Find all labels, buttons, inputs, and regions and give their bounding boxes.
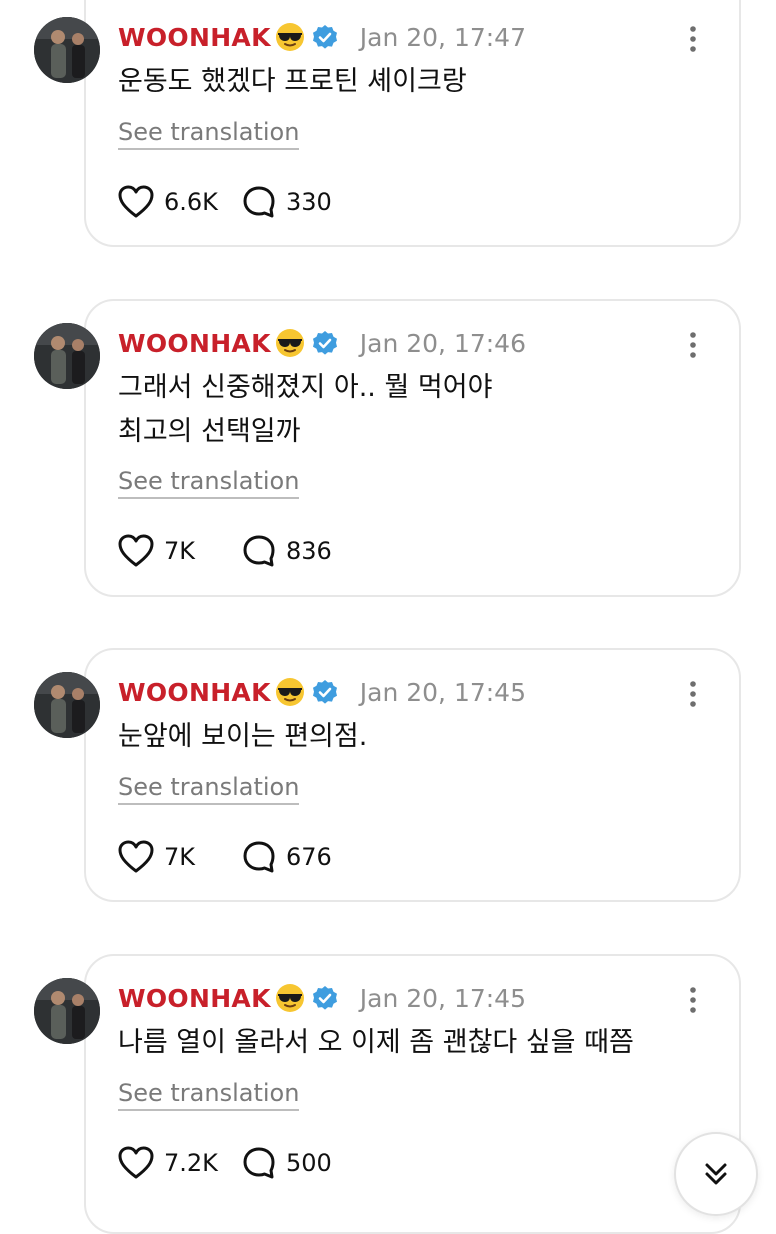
heart-outline-icon bbox=[118, 185, 154, 218]
verified-badge-icon bbox=[312, 986, 337, 1010]
double-chevron-down-icon bbox=[705, 1163, 727, 1185]
post-text: 나름 열이 올라서 오 이제 좀 괜찮다 싶을 때쯤 bbox=[118, 1021, 634, 1065]
author-name[interactable]: WOONHAK bbox=[118, 329, 271, 358]
timestamp: Jan 20, 17:46 bbox=[359, 328, 526, 358]
post-text-line: 그래서 신중해졌지 아.. 뭘 먹어야 bbox=[118, 372, 493, 403]
sunglasses-emoji-icon bbox=[275, 678, 304, 706]
avatar[interactable] bbox=[34, 323, 100, 389]
avatar[interactable] bbox=[34, 17, 100, 83]
verified-badge-icon bbox=[312, 25, 337, 49]
post-text-line: 나름 열이 올라서 오 이제 좀 괜찮다 싶을 때쯤 bbox=[118, 1027, 634, 1058]
post: WOONHAK Jan 20, 17:46 그래서 신중해졌지 아.. 뭘 먹어… bbox=[0, 299, 776, 606]
vertical-ellipsis-icon[interactable] bbox=[678, 330, 708, 360]
post-text-line: 운동도 했겠다 프로틴 셰이크랑 bbox=[118, 66, 467, 97]
post-header: WOONHAK Jan 20, 17:47 bbox=[118, 20, 526, 54]
heart-outline-icon bbox=[118, 840, 154, 873]
speech-bubble-icon bbox=[243, 1147, 275, 1179]
verified-badge-icon bbox=[312, 331, 337, 355]
post: WOONHAK Jan 20, 17:47 운동도 했겠다 프로틴 셰이크랑 S… bbox=[0, 0, 776, 260]
scroll-to-bottom-button[interactable] bbox=[674, 1132, 758, 1216]
speech-bubble-icon bbox=[243, 535, 275, 567]
speech-bubble-icon bbox=[243, 186, 275, 218]
author-name[interactable]: WOONHAK bbox=[118, 984, 271, 1013]
see-translation-link[interactable]: See translation bbox=[118, 773, 300, 805]
like-count: 7.2K bbox=[164, 1149, 218, 1177]
timestamp: Jan 20, 17:47 bbox=[359, 22, 526, 52]
like-button[interactable]: 7K bbox=[118, 534, 195, 568]
like-count: 7K bbox=[164, 537, 196, 565]
heart-outline-icon bbox=[118, 534, 154, 567]
reply-count: 836 bbox=[286, 537, 332, 565]
reply-button[interactable]: 500 bbox=[242, 1146, 332, 1180]
reply-button[interactable]: 836 bbox=[242, 534, 332, 568]
reply-button[interactable]: 676 bbox=[242, 840, 332, 874]
like-button[interactable]: 7K bbox=[118, 840, 195, 874]
post: WOONHAK Jan 20, 17:45 나름 열이 올라서 오 이제 좀 괜… bbox=[0, 954, 776, 1234]
heart-outline-icon bbox=[118, 1146, 154, 1179]
post-header: WOONHAK Jan 20, 17:45 bbox=[118, 981, 526, 1015]
post-header: WOONHAK Jan 20, 17:45 bbox=[118, 675, 526, 709]
timestamp: Jan 20, 17:45 bbox=[359, 677, 526, 707]
speech-bubble-icon bbox=[243, 841, 275, 873]
post-text: 그래서 신중해졌지 아.. 뭘 먹어야 최고의 선택일까 bbox=[118, 366, 492, 454]
sunglasses-emoji-icon bbox=[275, 329, 304, 357]
author-name[interactable]: WOONHAK bbox=[118, 23, 271, 52]
vertical-ellipsis-icon[interactable] bbox=[678, 985, 708, 1015]
reply-count: 676 bbox=[286, 843, 332, 871]
avatar[interactable] bbox=[34, 978, 100, 1044]
see-translation-link[interactable]: See translation bbox=[118, 1079, 300, 1111]
reply-count: 330 bbox=[286, 188, 332, 216]
post-text: 운동도 했겠다 프로틴 셰이크랑 bbox=[118, 60, 467, 104]
author-name[interactable]: WOONHAK bbox=[118, 678, 271, 707]
reply-button[interactable]: 330 bbox=[242, 185, 332, 219]
post: WOONHAK Jan 20, 17:45 눈앞에 보이는 편의점. See t… bbox=[0, 648, 776, 915]
like-count: 6.6K bbox=[164, 188, 218, 216]
reply-count: 500 bbox=[286, 1149, 332, 1177]
avatar[interactable] bbox=[34, 672, 100, 738]
post-text: 눈앞에 보이는 편의점. bbox=[118, 715, 367, 759]
vertical-ellipsis-icon[interactable] bbox=[678, 679, 708, 709]
vertical-ellipsis-icon[interactable] bbox=[678, 24, 708, 54]
like-count: 7K bbox=[164, 843, 196, 871]
sunglasses-emoji-icon bbox=[275, 23, 304, 51]
sunglasses-emoji-icon bbox=[275, 984, 304, 1012]
post-text-line: 최고의 선택일까 bbox=[118, 416, 301, 447]
timestamp: Jan 20, 17:45 bbox=[359, 983, 526, 1013]
see-translation-link[interactable]: See translation bbox=[118, 118, 300, 150]
verified-badge-icon bbox=[312, 680, 337, 704]
like-button[interactable]: 6.6K bbox=[118, 185, 218, 219]
post-text-line: 눈앞에 보이는 편의점. bbox=[118, 721, 368, 752]
like-button[interactable]: 7.2K bbox=[118, 1146, 218, 1180]
see-translation-link[interactable]: See translation bbox=[118, 467, 300, 499]
post-header: WOONHAK Jan 20, 17:46 bbox=[118, 326, 526, 360]
